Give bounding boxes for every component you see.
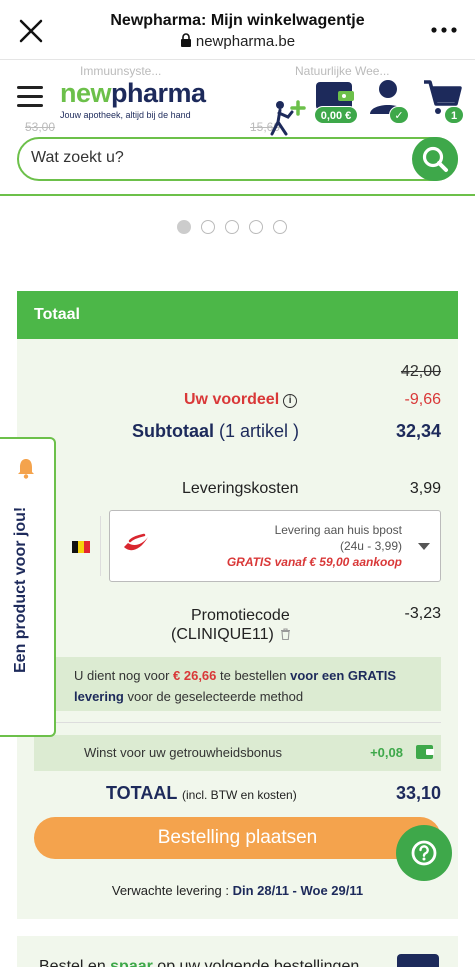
- carousel-dot[interactable]: [225, 220, 239, 234]
- belgium-flag-icon: [72, 541, 90, 553]
- url-text: newpharma.be: [195, 33, 296, 50]
- browser-title: Newpharma: Mijn winkelwagentje: [110, 12, 365, 29]
- product-suggestion-tab[interactable]: Een product voor jou!: [0, 437, 56, 737]
- shipping-value: 3,99: [409, 480, 441, 497]
- totals-card: Totaal 42,00 Uw voordeel i -9,66 Subtotaa…: [17, 291, 458, 919]
- logo-tagline: Jouw apotheek, altijd bij de hand: [60, 110, 191, 120]
- lock-icon: [180, 33, 191, 47]
- menu-icon[interactable]: [17, 86, 43, 108]
- question-icon: [411, 840, 437, 866]
- totals-heading: Totaal: [17, 291, 458, 339]
- side-tab-label: Een product voor jou!: [12, 506, 29, 673]
- loyalty-bonus-label: Winst voor uw getrouwheidsbonus: [84, 745, 282, 760]
- country-flag: [61, 516, 101, 576]
- promo-value: -3,23: [404, 605, 441, 622]
- place-order-button[interactable]: Bestelling plaatsen: [34, 817, 441, 859]
- free-shipping-notice: U dient nog voor € 26,66 te bestellen vo…: [34, 657, 441, 711]
- divider: [34, 722, 441, 723]
- original-price: 42,00: [400, 363, 441, 380]
- search-button[interactable]: [412, 137, 458, 181]
- loyalty-bonus-value: +0,08: [370, 745, 403, 760]
- expected-delivery: Verwachte levering : Din 28/11 - Woe 29/…: [111, 883, 364, 898]
- delivery-option-price: (24u - 3,99): [339, 539, 402, 553]
- newpharma-logo[interactable]: newpharma Jouw apotheek, altijd bij de h…: [60, 78, 306, 136]
- bg-product-name: Immuunsyste...: [80, 64, 162, 78]
- free-shipping-threshold: GRATIS vanaf € 59,00 aankoop: [226, 555, 402, 569]
- search-input[interactable]: [31, 149, 391, 167]
- info-icon[interactable]: i: [283, 394, 298, 408]
- wallet-icon: [416, 745, 434, 759]
- promo-code: (CLINIQUE11): [171, 626, 291, 644]
- trash-icon[interactable]: [280, 628, 291, 640]
- more-options-icon[interactable]: [429, 20, 459, 40]
- loyalty-bonus-row: Winst voor uw getrouwheidsbonus +0,08: [34, 735, 441, 771]
- account-check-badge: ✓: [389, 106, 409, 124]
- carousel-dot[interactable]: [177, 220, 191, 234]
- carousel-dot[interactable]: [201, 220, 215, 234]
- search-icon: [422, 146, 448, 172]
- help-button[interactable]: [396, 825, 452, 881]
- logo-figure-icon: [270, 100, 306, 136]
- carousel-dot[interactable]: [249, 220, 263, 234]
- carousel-dot[interactable]: [273, 220, 287, 234]
- bg-product-name: Natuurlijke Wee...: [295, 64, 390, 78]
- total-value: 33,10: [395, 783, 441, 803]
- carousel-dots: [177, 220, 297, 239]
- bpost-logo-icon: [124, 533, 148, 551]
- loyalty-promo-text: Bestel en spaar op uw volgende bestellin…: [39, 958, 360, 967]
- browser-bar: Newpharma: Mijn winkelwagentje newpharma…: [0, 0, 475, 60]
- wallet-icon: [397, 954, 439, 967]
- browser-url[interactable]: newpharma.be: [0, 33, 475, 50]
- discount-value: -9,66: [404, 391, 441, 408]
- subtotal-label: Subtotaal (1 artikel ): [132, 421, 300, 441]
- cart-count-badge: 1: [444, 106, 464, 124]
- discount-label: Uw voordeel i: [184, 391, 298, 409]
- logo-text: newpharma: [60, 78, 206, 108]
- bell-icon: [18, 459, 34, 479]
- subtotal-value: 32,34: [395, 421, 441, 441]
- promo-label: Promotiecode: [191, 607, 290, 624]
- search-bar: [17, 137, 458, 181]
- shipping-label: Leveringskosten: [182, 480, 299, 497]
- wallet-balance-badge: 0,00 €: [314, 106, 358, 124]
- delivery-option-name: Levering aan huis bpost: [274, 523, 402, 537]
- site-header: Immuunsyste... Natuurlijke Wee... 53,00 …: [0, 60, 475, 196]
- bg-product-price: 53,00: [25, 120, 56, 134]
- loyalty-promo-card: Bestel en spaar op uw volgende bestellin…: [17, 936, 458, 967]
- delivery-method-select[interactable]: Levering aan huis bpost (24u - 3,99) GRA…: [109, 510, 441, 582]
- total-label: TOTAAL (incl. BTW en kosten): [106, 783, 297, 803]
- chevron-down-icon: [418, 543, 430, 550]
